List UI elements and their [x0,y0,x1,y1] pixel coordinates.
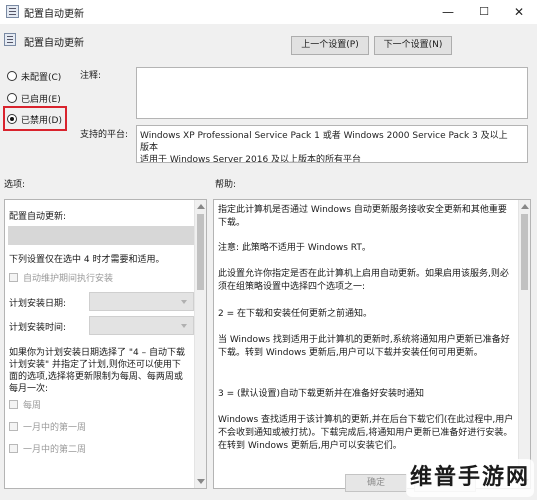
close-button[interactable]: ✕ [502,0,536,24]
policy-icon [6,5,19,18]
ok-button[interactable]: 确定 [345,474,407,492]
platform-line: 版本 [140,143,159,153]
policy-settings-icon [4,33,16,46]
options-panel: 配置自动更新: 下列设置仅在选中 4 时才需要和适用。 自动维护期间执行安装 计… [4,199,207,489]
platform-label: 支持的平台: [80,130,129,140]
help-scrollbar[interactable] [518,200,530,488]
help-paragraph: 2 = 在下载和安装任何更新之前通知。 [218,309,372,319]
title-bar: 配置自动更新 — ☐ ✕ [0,0,537,24]
policy-name: 配置自动更新 [24,38,84,49]
comment-textarea[interactable] [136,67,528,119]
options-scrollbar[interactable] [194,200,206,488]
install-day-label: 计划安装日期: [9,299,67,309]
help-paragraph: 当 Windows 找到适用于此计算机的更新时,系统将通知用户更新已准备好下载。… [218,335,510,358]
window-title: 配置自动更新 [24,9,84,20]
note-text: 下列设置仅在选中 4 时才需要和适用。 [9,255,165,265]
help-paragraph: Windows 查找适用于该计算机的更新,并在后台下载它们(在此过程中,用户不会… [218,415,514,451]
highlight-box [3,106,67,131]
scroll-down-arrow-icon[interactable] [197,479,205,484]
checkbox-label: 每周 [23,401,42,411]
options-section-label: 选项: [4,180,26,190]
help-panel: 指定此计算机是否通过 Windows 自动更新服务接收安全更新和其他重要下载。 … [213,199,531,489]
scroll-up-arrow-icon[interactable] [197,204,205,209]
checkbox-label: 一月中的第一周 [23,423,87,433]
checkbox-icon [9,273,18,282]
platform-line: Windows XP Professional Service Pack 1 或… [140,131,508,141]
scroll-thumb[interactable] [197,214,204,290]
comment-label: 注释: [80,71,102,81]
radio-circle[interactable] [7,93,17,103]
checkbox-label: 一月中的第二周 [23,445,87,455]
next-setting-button[interactable]: 下一个设置(N) [374,36,452,55]
checkbox-icon [9,422,18,431]
radio-label: 已启用(E) [21,95,61,105]
help-paragraph: 指定此计算机是否通过 Windows 自动更新服务接收安全更新和其他重要下载。 [218,205,507,228]
watermark-logo: 维普手游网 [406,459,534,497]
scroll-thumb[interactable] [521,214,528,290]
platform-line: 适用于 Windows Server 2016 及以上版本的所有平台 [140,155,362,163]
radio-label: 未配置(C) [21,73,62,83]
checkbox-label: 自动维护期间执行安装 [23,274,114,284]
help-paragraph: 3 = (默认设置)自动下载更新并在准备好安装时通知 [218,389,425,399]
checkbox-icon [9,444,18,453]
previous-setting-button[interactable]: 上一个设置(P) [291,36,369,55]
schedule-text: 每月一次: [9,384,49,394]
maximize-button[interactable]: ☐ [467,0,501,24]
checkbox-icon [9,400,18,409]
configure-update-dropdown [8,226,194,245]
install-time-select [89,316,194,335]
scroll-up-arrow-icon[interactable] [521,204,529,209]
minimize-button[interactable]: — [431,0,465,24]
help-paragraph: 注意: 此策略不适用于 Windows RT。 [218,243,371,253]
configure-update-label: 配置自动更新: [9,212,67,222]
platform-textbox: Windows XP Professional Service Pack 1 或… [136,125,528,163]
radio-circle[interactable] [7,71,17,81]
help-section-label: 帮助: [215,180,237,190]
install-time-label: 计划安装时间: [9,323,67,333]
install-day-select [89,292,194,311]
help-paragraph: 此设置允许你指定是否在此计算机上启用自动更新。如果启用该服务,则必须在组策略设置… [218,269,509,292]
